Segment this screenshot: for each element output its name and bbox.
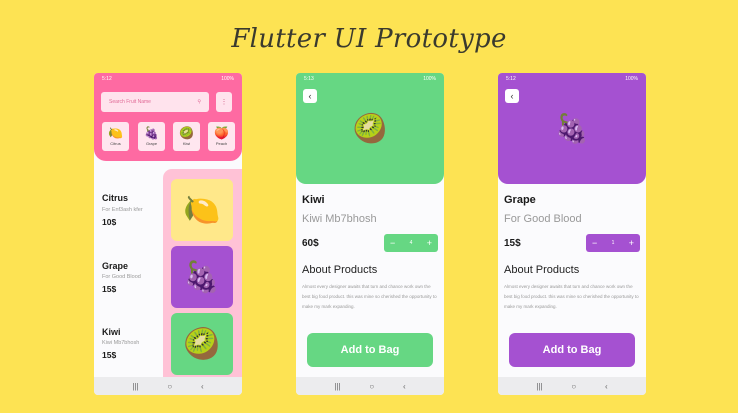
recents-nav-button[interactable]: |||: [334, 382, 340, 391]
search-icon[interactable]: ⚲: [197, 99, 201, 105]
add-to-bag-button[interactable]: Add to Bag: [307, 333, 433, 367]
about-text: Almost every designer awaits that turn a…: [504, 284, 639, 309]
product-name: Grape: [504, 194, 536, 206]
back-button[interactable]: ‹: [505, 89, 519, 103]
product-price: 10$: [102, 217, 117, 227]
category-grape[interactable]: 🍇 Grape: [138, 122, 165, 151]
grape-icon: 🍇: [144, 126, 159, 140]
kiwi-icon: 🥝: [352, 113, 388, 144]
back-nav-button[interactable]: ‹: [605, 382, 608, 391]
quantity-stepper: − 4 +: [384, 234, 438, 252]
home-nav-button[interactable]: ○: [167, 382, 172, 391]
phone-kiwi-detail: 🥝 5:13 100% ‹ Kiwi Kiwi Mb7bhosh 60$ − 4…: [296, 73, 444, 395]
product-tile-kiwi[interactable]: 🥝: [171, 313, 233, 375]
product-price: 15$: [504, 238, 521, 249]
status-bar: 5:12 100%: [94, 73, 242, 85]
product-price: 15$: [102, 350, 117, 360]
product-name[interactable]: Grape: [102, 261, 128, 271]
battery-indicator: 100%: [423, 76, 436, 82]
grape-icon: 🍇: [183, 260, 221, 294]
phone-home-screen: 5:12 100% Search Fruit Name ⚲ ⋮ 🍋 Citrus…: [94, 73, 242, 395]
quantity-value: 4: [409, 240, 413, 246]
product-tile-citrus[interactable]: 🍋: [171, 179, 233, 241]
recents-nav-button[interactable]: |||: [132, 382, 138, 391]
about-heading: About Products: [302, 264, 378, 276]
status-time: 5:12: [506, 76, 516, 82]
status-bar: 5:12 100%: [498, 73, 646, 85]
product-subtitle: For Good Blood: [504, 213, 582, 225]
product-subtitle: For Enf3ash kfer: [102, 207, 143, 213]
search-input[interactable]: Search Fruit Name ⚲: [101, 92, 209, 112]
decrement-button[interactable]: −: [592, 238, 597, 248]
back-nav-button[interactable]: ‹: [403, 382, 406, 391]
product-hero: 🍇: [498, 73, 646, 184]
category-label: Grape: [145, 141, 158, 146]
product-tile-grape[interactable]: 🍇: [171, 246, 233, 308]
more-menu-button[interactable]: ⋮: [216, 92, 232, 112]
product-subtitle: Kiwi Mb7bhosh: [302, 213, 377, 225]
product-price: 60$: [302, 238, 319, 249]
product-subtitle: Kiwi Mb7bhosh: [102, 340, 140, 346]
product-name: Kiwi: [302, 194, 325, 206]
status-bar: 5:13 100%: [296, 73, 444, 85]
kiwi-icon: 🥝: [179, 126, 194, 140]
quantity-value: 1: [611, 240, 615, 246]
battery-indicator: 100%: [221, 76, 234, 82]
system-nav-bar: ||| ○ ‹: [498, 377, 646, 395]
about-text: Almost every designer awaits that turn a…: [302, 284, 437, 309]
status-time: 5:13: [304, 76, 314, 82]
increment-button[interactable]: +: [427, 238, 432, 248]
page-title: Flutter UI Prototype: [231, 24, 507, 54]
recents-nav-button[interactable]: |||: [536, 382, 542, 391]
lemon-icon: 🍋: [183, 193, 221, 227]
product-name[interactable]: Citrus: [102, 193, 128, 203]
peach-icon: 🍑: [214, 126, 229, 140]
phone-grape-detail: 🍇 5:12 100% ‹ Grape For Good Blood 15$ −…: [498, 73, 646, 395]
category-label: Peach: [215, 141, 228, 146]
status-time: 5:12: [102, 76, 112, 82]
increment-button[interactable]: +: [629, 238, 634, 248]
category-kiwi[interactable]: 🥝 Kiwi: [173, 122, 200, 151]
product-hero: 🥝: [296, 73, 444, 184]
product-name[interactable]: Kiwi: [102, 327, 121, 337]
category-peach[interactable]: 🍑 Peach: [208, 122, 235, 151]
category-label: Kiwi: [182, 141, 191, 146]
category-label: Citrus: [110, 141, 121, 146]
home-nav-button[interactable]: ○: [571, 382, 576, 391]
quantity-stepper: − 1 +: [586, 234, 640, 252]
system-nav-bar: ||| ○ ‹: [296, 377, 444, 395]
product-subtitle: For Good Blood: [102, 274, 141, 280]
about-heading: About Products: [504, 264, 580, 276]
home-nav-button[interactable]: ○: [369, 382, 374, 391]
system-nav-bar: ||| ○ ‹: [94, 377, 242, 395]
search-placeholder: Search Fruit Name: [109, 99, 151, 105]
back-button[interactable]: ‹: [303, 89, 317, 103]
back-nav-button[interactable]: ‹: [201, 382, 204, 391]
decrement-button[interactable]: −: [390, 238, 395, 248]
product-price: 15$: [102, 284, 117, 294]
kiwi-icon: 🥝: [183, 327, 221, 361]
lemon-icon: 🍋: [108, 126, 123, 140]
category-citrus[interactable]: 🍋 Citrus: [102, 122, 129, 151]
add-to-bag-button[interactable]: Add to Bag: [509, 333, 635, 367]
grape-icon: 🍇: [554, 113, 590, 144]
battery-indicator: 100%: [625, 76, 638, 82]
